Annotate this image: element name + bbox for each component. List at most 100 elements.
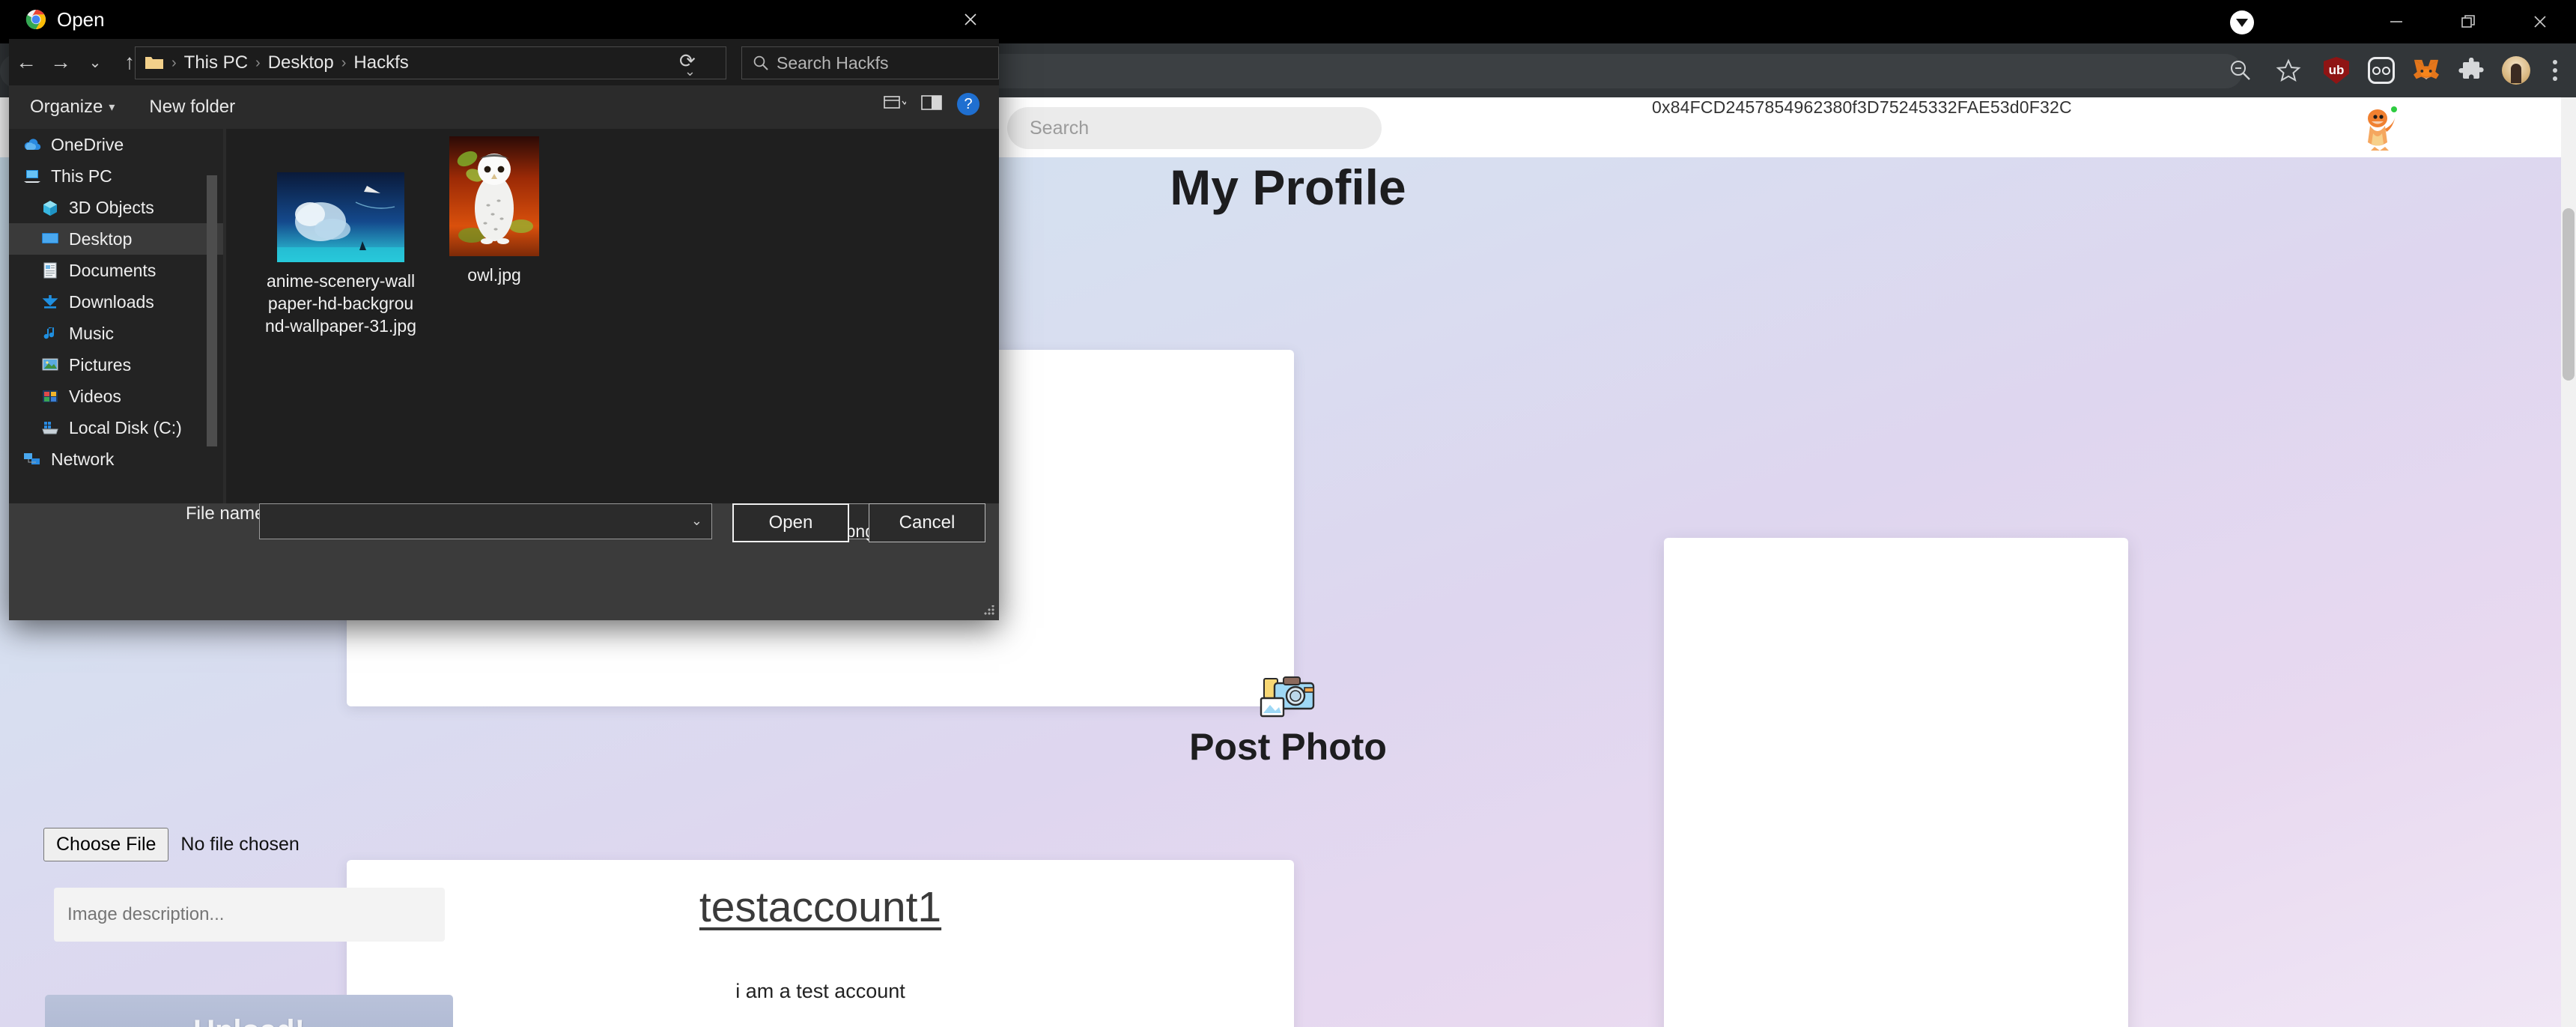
file-open-dialog: Open ← → ⌄ ↑ › This PC › Desktop › Hackf… [9,0,999,620]
file-name-input[interactable]: ⌄ [259,503,712,539]
sidebar-item-this-pc[interactable]: This PC [9,160,223,192]
scrollbar-thumb[interactable] [2563,208,2575,381]
charmander-sprite [2368,106,2397,151]
sidebar-item-downloads[interactable]: Downloads [9,286,223,318]
owl-photo-thumbnail [449,136,539,256]
sidebar-item-label: Desktop [69,228,133,249]
music-icon [40,325,60,342]
extensions-puzzle-icon[interactable] [2450,43,2492,97]
sidebar-item-3d-objects[interactable]: 3D Objects [9,192,223,223]
arrow-right-icon[interactable]: → [43,39,78,85]
search-input[interactable]: Search Hackfs [741,46,999,79]
post-username[interactable]: testaccount1 [347,882,1294,932]
help-icon[interactable]: ? [957,93,979,115]
sidebar-item-label: Pictures [69,354,132,375]
minimize-button[interactable] [2360,0,2432,43]
download-arrow-icon[interactable] [2230,10,2254,34]
profile-avatar-icon[interactable] [2495,43,2537,97]
dialog-title: Open [57,7,105,31]
desktop-icon [40,231,60,247]
breadcrumb[interactable]: › This PC › Desktop › Hackfs ⌄ [135,46,726,79]
this-pc-icon [22,168,42,184]
bookmark-star-icon[interactable] [2267,43,2309,97]
restore-button[interactable] [2432,0,2504,43]
chevron-down-icon[interactable]: ▾ [109,100,115,115]
pictures-icon [40,357,60,373]
dialog-sidebar[interactable]: OneDrive This PC 3D Objects Desktop Document… [9,129,223,503]
camera-photo-icon [0,673,2576,721]
resize-grip[interactable] [984,605,994,616]
organize-menu[interactable]: Organize [30,97,103,118]
chevron-down-icon[interactable]: ⌄ [78,39,112,85]
choose-file-button[interactable]: Choose File [43,828,169,861]
breadcrumb-item[interactable]: This PC [184,52,248,73]
sidebar-item-videos[interactable]: Videos [9,381,223,412]
post-description: i am a test account [735,980,905,1002]
file-status-label: No file chosen [180,834,300,855]
sidebar-item-music[interactable]: Music [9,318,223,349]
file-item[interactable]: anime-scenery-wallpaper-hd-background-wa… [264,172,418,337]
sidebar-item-documents[interactable]: Documents [9,255,223,286]
close-icon[interactable] [950,0,991,39]
breadcrumb-separator: › [171,54,177,71]
zoom-out-icon[interactable] [2220,43,2261,97]
chrome-icon [25,10,46,30]
my-profile-panel [1664,538,2128,1027]
site-search-input[interactable]: Search [1007,107,1382,149]
dialog-titlebar: Open [9,0,999,39]
search-icon [753,55,768,70]
3d-objects-icon [40,199,60,216]
sidebar-item-onedrive[interactable]: OneDrive [9,129,223,160]
sidebar-item-label: Network [51,449,115,469]
breadcrumb-separator: › [255,54,261,71]
dialog-navbar: ← → ⌄ ↑ › This PC › Desktop › Hackfs ⌄ ⟳ [9,39,999,85]
browser-menu-icon[interactable] [2534,43,2576,97]
sidebar-item-pictures[interactable]: Pictures [9,349,223,381]
file-upload-row: Choose File No file chosen [43,828,300,861]
open-button[interactable]: Open [732,503,849,542]
cancel-button[interactable]: Cancel [869,503,985,542]
chevron-down-icon[interactable]: ⌄ [691,513,702,529]
folder-icon [145,57,163,69]
sidebar-item-label: OneDrive [51,134,124,154]
file-name: owl.jpg [467,265,521,285]
metamask-fox-icon[interactable] [2405,43,2447,97]
ublock-origin-icon[interactable]: ub [2315,43,2357,97]
close-button[interactable] [2504,0,2576,43]
page-scrollbar[interactable] [2561,97,2576,1027]
sidebar-item-label: This PC [51,166,112,186]
new-folder-button[interactable]: New folder [149,97,235,118]
dialog-command-bar: Organize ▾ New folder [9,85,999,129]
sidebar-item-label: Videos [69,386,121,406]
view-layout-icon[interactable] [884,94,908,115]
sidebar-item-desktop[interactable]: Desktop [9,223,223,255]
preview-pane-icon[interactable] [921,94,942,115]
sidebar-scrollbar-thumb[interactable] [207,175,217,446]
sidebar-item-label: Local Disk (C:) [69,417,182,437]
network-icon [22,451,42,467]
browser-window: ub Search 0x84FCD2457854962380f3D7524533… [0,0,2576,1027]
image-description-input[interactable] [54,888,445,942]
breadcrumb-item[interactable]: Hackfs [353,52,408,73]
sidebar-item-local-disk-c[interactable]: Local Disk (C:) [9,412,223,443]
onedrive-icon [22,136,42,153]
sidebar-item-label: Documents [69,260,157,280]
dialog-view-controls: ? [884,93,979,115]
sidebar-item-label: Music [69,323,115,343]
upload-button[interactable]: Upload! [45,995,453,1027]
refresh-icon[interactable]: ⟳ [679,49,696,73]
file-name: anime-scenery-wallpaper-hd-background-wa… [264,271,416,336]
post-photo-heading: Post Photo [1189,726,1387,768]
sidebar-item-network[interactable]: Network [9,443,223,475]
dark-reader-icon[interactable] [2360,43,2402,97]
videos-icon [40,388,60,405]
anime-sky-thumbnail [277,172,404,262]
file-list[interactable]: anime-scenery-wallpaper-hd-background-wa… [226,129,999,503]
arrow-left-icon[interactable]: ← [9,39,43,85]
breadcrumb-item[interactable]: Desktop [268,52,334,73]
dialog-footer: File name: ⌄ Custom Files (*.jpg;*.jpeg;… [9,501,999,620]
file-item[interactable]: owl.jpg [417,136,571,286]
file-name-label: File name: [186,503,270,524]
downloads-icon [40,294,60,310]
documents-icon [40,262,60,279]
